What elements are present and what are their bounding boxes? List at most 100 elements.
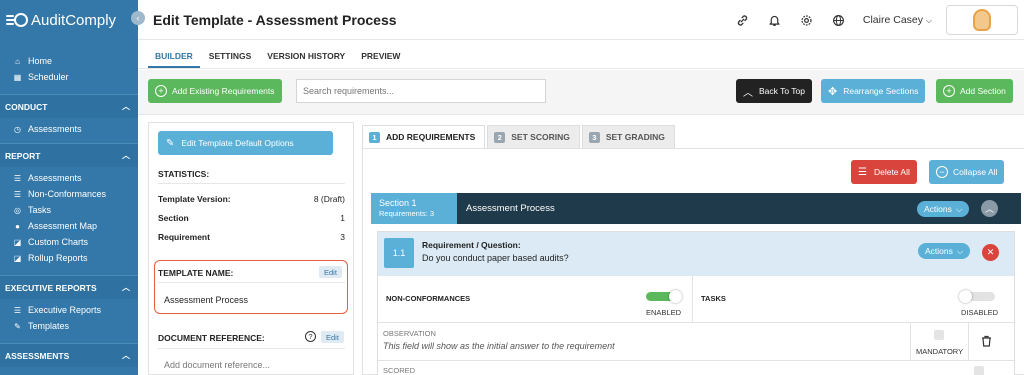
- back-to-top-button[interactable]: ︿ Back To Top: [736, 79, 812, 103]
- button-label: Back To Top: [759, 86, 805, 96]
- sidebar-item-custom-charts[interactable]: ◪ Custom Charts: [0, 234, 138, 250]
- sidebar-item-label: Non-Conformances: [28, 189, 107, 199]
- document-reference-placeholder[interactable]: Add document reference...: [164, 360, 270, 370]
- gear-icon[interactable]: [799, 12, 815, 28]
- sidebar-item-rollup-reports[interactable]: ◪ Rollup Reports: [0, 250, 138, 266]
- non-conformances-toggle[interactable]: [646, 290, 682, 303]
- minus-icon: −: [936, 166, 948, 178]
- collapse-section-button[interactable]: ︿: [981, 200, 998, 217]
- requirement-actions-button[interactable]: Actions ⌵: [918, 243, 971, 259]
- search-requirements-input[interactable]: [296, 79, 546, 103]
- tab-set-scoring[interactable]: 2 SET SCORING: [487, 125, 580, 149]
- chevron-up-icon: ︿: [984, 204, 994, 214]
- requirement-question[interactable]: Do you conduct paper based audits?: [422, 253, 569, 263]
- sidebar-collapse-button[interactable]: ‹: [131, 11, 145, 25]
- divider: [378, 360, 1014, 361]
- edit-template-default-options-button[interactable]: ✎ Edit Template Default Options: [158, 131, 333, 155]
- add-existing-requirements-button[interactable]: + Add Existing Requirements: [148, 79, 282, 103]
- mandatory-label: MANDATORY: [916, 347, 964, 356]
- edit-document-reference-button[interactable]: Edit: [321, 331, 344, 343]
- sidebar-item-executive-reports[interactable]: ☰ Executive Reports: [0, 302, 138, 318]
- tab-settings[interactable]: SETTINGS: [202, 51, 259, 68]
- chevron-down-icon: ⌵: [956, 245, 964, 256]
- toolbar: + Add Existing Requirements ︿ Back To To…: [138, 70, 1024, 115]
- sidebar-item-assessment-map[interactable]: ● Assessment Map: [0, 218, 138, 234]
- app-logo[interactable]: AuditComply: [0, 0, 138, 40]
- bell-icon[interactable]: [767, 12, 783, 28]
- user-menu[interactable]: Claire Casey ⌵: [863, 14, 932, 26]
- observation-hint[interactable]: This field will show as the initial answ…: [383, 341, 615, 351]
- tab-version-history[interactable]: VERSION HISTORY: [260, 51, 352, 68]
- edit-template-name-button[interactable]: Edit: [319, 266, 342, 278]
- sidebar-section-assessments[interactable]: ASSESSMENTS ︿: [0, 343, 138, 367]
- pencil-icon: ✎: [166, 137, 175, 149]
- list-icon: ☰: [13, 189, 22, 199]
- sidebar-item-label: Assessments: [28, 124, 82, 134]
- sidebar-item-label: Tasks: [28, 205, 52, 215]
- sidebar-item-home[interactable]: ⌂ Home: [0, 53, 138, 69]
- divider: [378, 322, 1014, 323]
- tab-add-requirements[interactable]: 1 ADD REQUIREMENTS: [362, 125, 486, 149]
- section-requirement-count: Requirements: 3: [379, 209, 435, 218]
- sidebar-section-title: EXECUTIVE REPORTS: [5, 282, 97, 293]
- sidebar-item-conduct-assessments[interactable]: ◷ Assessments: [0, 121, 138, 137]
- list-icon: ☰: [13, 173, 22, 183]
- delete-all-button[interactable]: ☰ Delete All: [851, 160, 917, 184]
- page-title: Edit Template - Assessment Process: [153, 12, 397, 28]
- button-label: Add Section: [960, 86, 1006, 96]
- delete-requirement-button[interactable]: ✕: [982, 244, 999, 261]
- clock-icon: ◷: [14, 124, 21, 134]
- stat-row-section: Section 1: [158, 213, 345, 223]
- section-number-block: Section 1 Requirements: 3: [371, 193, 457, 224]
- stat-value: 1: [340, 213, 345, 223]
- mandatory-checkbox[interactable]: [934, 330, 944, 340]
- sidebar: AuditComply ⌂ Home ▦ Scheduler CONDUCT ︿…: [0, 0, 138, 375]
- sidebar-item-label: Custom Charts: [28, 237, 89, 247]
- sidebar-section-executive-reports[interactable]: EXECUTIVE REPORTS ︿: [0, 275, 138, 299]
- tab-set-grading[interactable]: 3 SET GRADING: [581, 125, 675, 149]
- requirements-panel: 1 ADD REQUIREMENTS 2 SET SCORING 3 SET G…: [362, 122, 1024, 375]
- sidebar-section-report[interactable]: REPORT ︿: [0, 143, 138, 167]
- plus-icon: +: [943, 85, 955, 97]
- sidebar-item-report-assessments[interactable]: ☰ Assessments: [0, 170, 138, 186]
- sidebar-section-title: REPORT: [5, 150, 41, 161]
- button-label: Edit Template Default Options: [181, 138, 294, 148]
- step-number: 2: [494, 131, 506, 143]
- add-section-button[interactable]: + Add Section: [936, 79, 1013, 103]
- scored-checkbox[interactable]: [974, 366, 984, 375]
- avatar[interactable]: [946, 5, 1018, 35]
- globe-icon[interactable]: [831, 12, 847, 28]
- stat-key: Requirement: [158, 232, 210, 242]
- requirement-header: 1.1 Requirement / Question: Do you condu…: [378, 232, 1014, 276]
- collapse-all-button[interactable]: − Collapse All: [929, 160, 1005, 184]
- button-label: Actions: [925, 246, 953, 256]
- tab-label: ADD REQUIREMENTS: [386, 132, 476, 142]
- tab-preview[interactable]: PREVIEW: [354, 51, 407, 68]
- move-icon: ✥: [828, 85, 838, 98]
- section-actions-button[interactable]: Actions ⌵: [917, 201, 970, 217]
- plus-icon: +: [155, 85, 167, 97]
- sidebar-item-label: Assessment Map: [28, 221, 98, 231]
- sidebar-item-templates[interactable]: ✎ Templates: [0, 318, 138, 334]
- link-icon[interactable]: [735, 12, 751, 28]
- sidebar-item-scheduler[interactable]: ▦ Scheduler: [0, 69, 138, 85]
- sidebar-item-non-conformances[interactable]: ☰ Non-Conformances: [0, 186, 138, 202]
- help-icon[interactable]: ?: [305, 331, 316, 342]
- button-label: Actions: [924, 204, 952, 214]
- user-name: Claire Casey: [862, 14, 923, 26]
- trash-icon[interactable]: [981, 335, 992, 349]
- page-tabs: BUILDER SETTINGS VERSION HISTORY PREVIEW: [138, 40, 1024, 69]
- disabled-label: DISABLED: [961, 308, 999, 317]
- tasks-toggle[interactable]: [959, 290, 995, 303]
- sidebar-item-tasks[interactable]: ◎ Tasks: [0, 202, 138, 218]
- section-header[interactable]: Section 1 Requirements: 3 Assessment Pro…: [371, 193, 1021, 224]
- tab-builder[interactable]: BUILDER: [148, 51, 200, 68]
- sidebar-item-label: Templates: [28, 321, 70, 331]
- logo-icon: [6, 13, 28, 27]
- avatar-image: [973, 9, 991, 31]
- stat-value: 3: [340, 232, 345, 242]
- rearrange-sections-button[interactable]: ✥ Rearrange Sections: [821, 79, 926, 103]
- requirement-number: 1.1: [384, 238, 414, 268]
- sidebar-section-conduct[interactable]: CONDUCT ︿: [0, 94, 138, 118]
- observation-label: OBSERVATION: [383, 329, 436, 338]
